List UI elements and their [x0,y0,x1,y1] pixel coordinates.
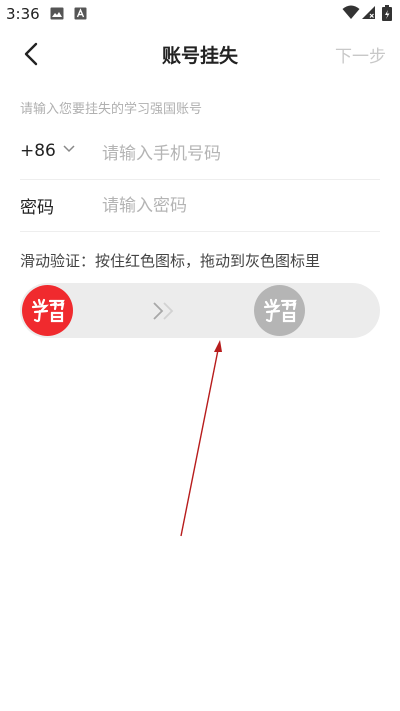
slider-target [254,285,305,336]
password-input[interactable] [100,191,374,221]
status-bar: 3:36 [0,0,400,28]
battery-icon [382,5,392,21]
slider-knob[interactable] [22,285,73,336]
xuexi-logo-icon [31,298,65,323]
country-code-label: +86 [20,141,56,161]
slider-instruction: 滑动验证：按住红色图标，拖动到灰色图标里 [20,252,321,270]
phone-input[interactable] [100,139,374,169]
app-notification-icon [74,7,87,20]
country-code-select[interactable]: +86 [20,141,56,161]
image-notification-icon [50,7,64,20]
xuexi-logo-icon [263,298,297,323]
next-step-button[interactable]: 下一步 [335,42,386,67]
form-hint: 请输入您要挂失的学习强国账号 [20,102,203,117]
wifi-icon [342,5,360,19]
signal-icon [362,6,375,19]
phone-row: +86 [20,127,380,180]
status-time: 3:36 [6,5,40,23]
double-chevron-right-icon [153,302,174,320]
password-row: 密码 [20,179,380,232]
chevron-down-icon[interactable] [62,144,76,154]
password-label: 密码 [20,198,54,218]
header: 账号挂失 下一步 [0,28,400,80]
slider-track[interactable] [20,283,380,338]
